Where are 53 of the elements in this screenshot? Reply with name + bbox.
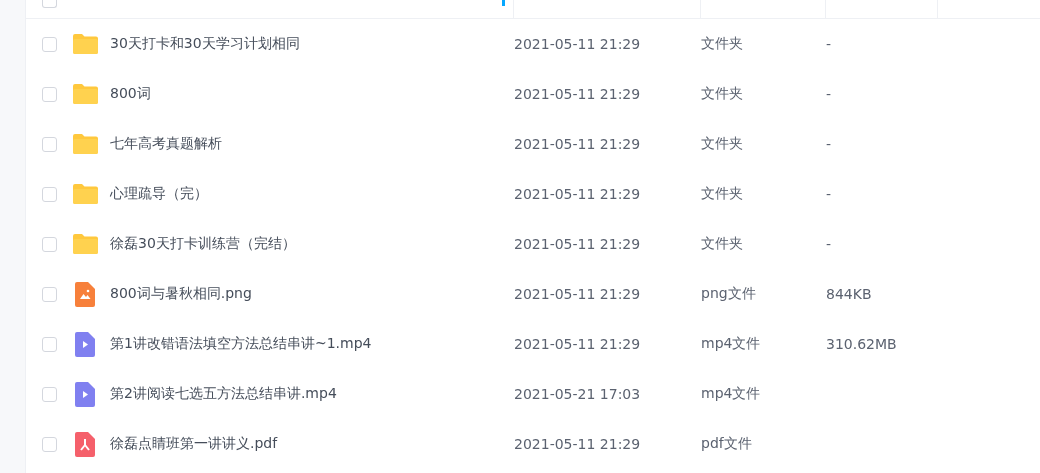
file-type: mp4文件 (701, 335, 762, 353)
file-type: 文件夹 (701, 85, 744, 103)
file-name[interactable]: 徐磊点睛班第一讲讲义.pdf (110, 435, 278, 453)
checkbox[interactable] (42, 236, 57, 252)
checkbox[interactable] (42, 36, 57, 52)
file-size: - (826, 136, 833, 152)
checkbox[interactable] (42, 136, 57, 152)
folder-icon (72, 134, 98, 154)
file-size: - (826, 236, 833, 252)
modified-time: 2021-05-11 21:29 (514, 336, 642, 352)
file-size: 844KB (826, 286, 873, 302)
modified-time: 2021-05-11 21:29 (514, 136, 642, 152)
video-file-icon (75, 381, 95, 407)
modified-time: 2021-05-11 21:29 (514, 436, 642, 452)
file-name[interactable]: 心理疏导（完） (110, 185, 208, 203)
modified-time: 2021-05-11 21:29 (514, 286, 642, 302)
checkbox[interactable] (42, 86, 57, 102)
file-type: 文件夹 (701, 185, 744, 203)
file-name[interactable]: 30天打卡和30天学习计划相同 (110, 35, 300, 53)
checkbox[interactable] (42, 286, 57, 302)
modified-time: 2021-05-11 21:29 (514, 36, 642, 52)
checkbox[interactable] (42, 436, 57, 452)
modified-time: 2021-05-21 17:03 (514, 386, 642, 402)
file-name[interactable]: 七年高考真题解析 (110, 135, 222, 153)
file-size: - (826, 86, 833, 102)
modified-time: 2021-05-11 21:29 (514, 186, 642, 202)
file-type: 文件夹 (701, 35, 744, 53)
image-file-icon (75, 281, 95, 307)
checkbox[interactable] (42, 186, 57, 202)
folder-icon (72, 184, 98, 204)
file-type: 文件夹 (701, 135, 744, 153)
folder-icon (72, 234, 98, 254)
file-size: - (826, 186, 833, 202)
folder-icon (72, 84, 98, 104)
video-file-icon (75, 331, 95, 357)
modified-time: 2021-05-11 21:29 (514, 236, 642, 252)
select-all-checkbox[interactable] (42, 0, 57, 8)
file-type: pdf文件 (701, 435, 753, 453)
file-name[interactable]: 800词与暑秋相同.png (110, 285, 252, 303)
file-size: - (826, 36, 833, 52)
file-size: 310.62MB (826, 336, 898, 352)
file-type: 文件夹 (701, 235, 744, 253)
file-name[interactable]: 徐磊30天打卡训练营（完结） (110, 235, 296, 253)
file-name[interactable]: 800词 (110, 85, 151, 103)
file-type: mp4文件 (701, 385, 762, 403)
file-name[interactable]: 第1讲改错语法填空方法总结串讲~1.mp4 (110, 335, 372, 353)
modified-time: 2021-05-11 21:29 (514, 86, 642, 102)
checkbox[interactable] (42, 386, 57, 402)
checkbox[interactable] (42, 336, 57, 352)
pdf-file-icon (75, 431, 95, 457)
file-name[interactable]: 第2讲阅读七选五方法总结串讲.mp4 (110, 385, 337, 403)
file-type: png文件 (701, 285, 757, 303)
folder-icon (72, 34, 98, 54)
